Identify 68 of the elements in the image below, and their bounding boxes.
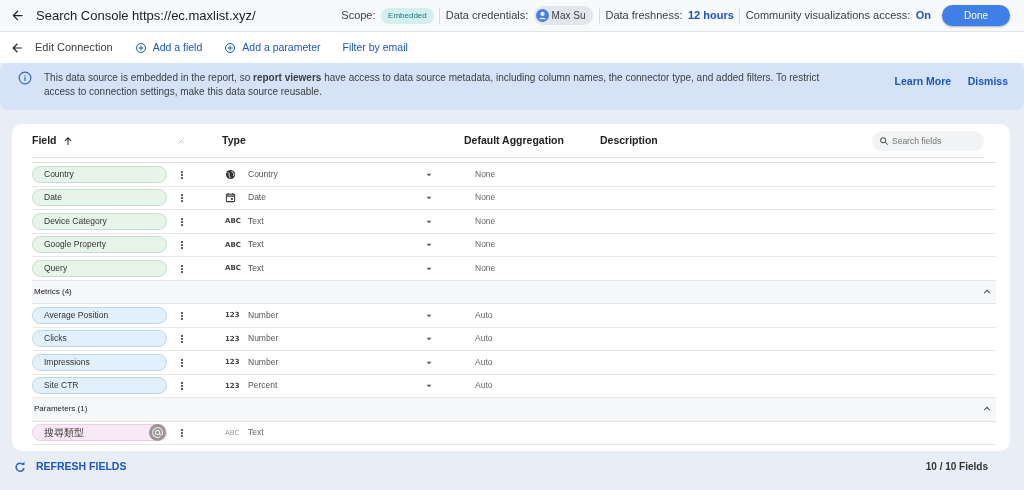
- column-header: Description: [600, 132, 658, 148]
- type-value: Text: [248, 214, 264, 228]
- calendar-icon: [225, 192, 236, 204]
- type-value: Date: [248, 191, 266, 205]
- sort-up-arrow-icon[interactable]: [62, 134, 74, 147]
- type-value: Text: [248, 426, 264, 440]
- toolbar-link[interactable]: Add a parameter: [224, 39, 321, 56]
- type-value: Text: [248, 261, 264, 275]
- banner-link[interactable]: Dismiss: [967, 73, 1008, 90]
- aggregation-value: None: [475, 192, 496, 203]
- search-field[interactable]: Search fields: [872, 130, 984, 151]
- scope-badge: Embedded: [381, 7, 434, 24]
- field-chip[interactable]: 搜尋類型: [32, 424, 167, 442]
- aggregation-value: None: [475, 215, 496, 226]
- field-chip[interactable]: Site CTR: [32, 377, 167, 395]
- credentials-label: Data credentials:: [445, 8, 529, 24]
- refresh-button[interactable]: REFRESH FIELDS: [14, 459, 127, 475]
- type-value: Country: [248, 167, 278, 181]
- field-chip[interactable]: Average Position: [32, 306, 167, 324]
- field-chip[interactable]: Clicks: [32, 330, 167, 348]
- field-chip[interactable]: Country: [32, 165, 167, 183]
- banner-text: This data source is embedded in the report, so report viewers have access to data source metadata, including column names, the connector type, and added filters. To restrict access to connection settings, make this data source reusable.: [44, 71, 821, 99]
- column-header[interactable]: Field: [32, 132, 57, 149]
- section-header[interactable]: Metrics (4): [34, 285, 72, 298]
- field-chip[interactable]: Google Property: [32, 236, 167, 254]
- section-header[interactable]: Parameters (1): [34, 403, 88, 416]
- globe-icon: [225, 168, 236, 180]
- aggregation-value: Auto: [475, 333, 493, 344]
- field-count: 10 / 10 Fields: [925, 460, 988, 475]
- banner-link[interactable]: Learn More: [894, 73, 952, 90]
- plus-circle-icon: [224, 41, 237, 54]
- user-chip[interactable]: Max Su: [533, 6, 594, 25]
- toolbar-title: Edit Connection: [35, 40, 113, 56]
- type-value: Text: [248, 238, 264, 252]
- column-header: Type: [222, 132, 247, 148]
- aggregation-value: None: [475, 262, 496, 273]
- at-sign-icon[interactable]: [149, 424, 166, 442]
- plus-circle-icon: [134, 41, 147, 54]
- type-value: Number: [248, 308, 279, 322]
- aggregation-value: None: [475, 239, 496, 250]
- info-icon: [18, 71, 32, 85]
- community-label: Community visualizations access:: [745, 8, 911, 24]
- window-title: Search Console https://ec.maxlist.xyz/: [36, 6, 256, 25]
- community-toggle[interactable]: On: [915, 7, 932, 24]
- field-chip[interactable]: Query: [32, 259, 167, 277]
- type-value: Number: [248, 332, 279, 346]
- aggregation-value: None: [475, 168, 496, 179]
- done-button[interactable]: Done: [942, 5, 1010, 26]
- back-arrow-icon[interactable]: [10, 8, 25, 23]
- field-chip[interactable]: Date: [32, 189, 167, 207]
- resize-handle-icon[interactable]: [177, 136, 185, 145]
- aggregation-value: Auto: [475, 380, 493, 391]
- toolbar-link[interactable]: Add a field: [134, 39, 203, 56]
- freshness-label: Data freshness:: [605, 8, 683, 24]
- search-icon: [879, 135, 889, 146]
- column-header: Default Aggregation: [464, 132, 565, 148]
- person-icon: [535, 9, 549, 22]
- freshness-link[interactable]: 12 hours: [688, 7, 734, 24]
- aggregation-value: Auto: [475, 356, 493, 367]
- user-name: Max Su: [551, 9, 586, 23]
- toolbar-link[interactable]: Filter by email: [342, 39, 408, 56]
- type-value: Percent: [248, 379, 278, 393]
- field-chip[interactable]: Impressions: [32, 353, 167, 371]
- field-chip[interactable]: Device Category: [32, 212, 167, 230]
- type-value: Number: [248, 355, 279, 369]
- aggregation-value: Auto: [475, 309, 493, 320]
- scope-label: Scope:: [341, 8, 376, 24]
- refresh-icon: [14, 460, 26, 473]
